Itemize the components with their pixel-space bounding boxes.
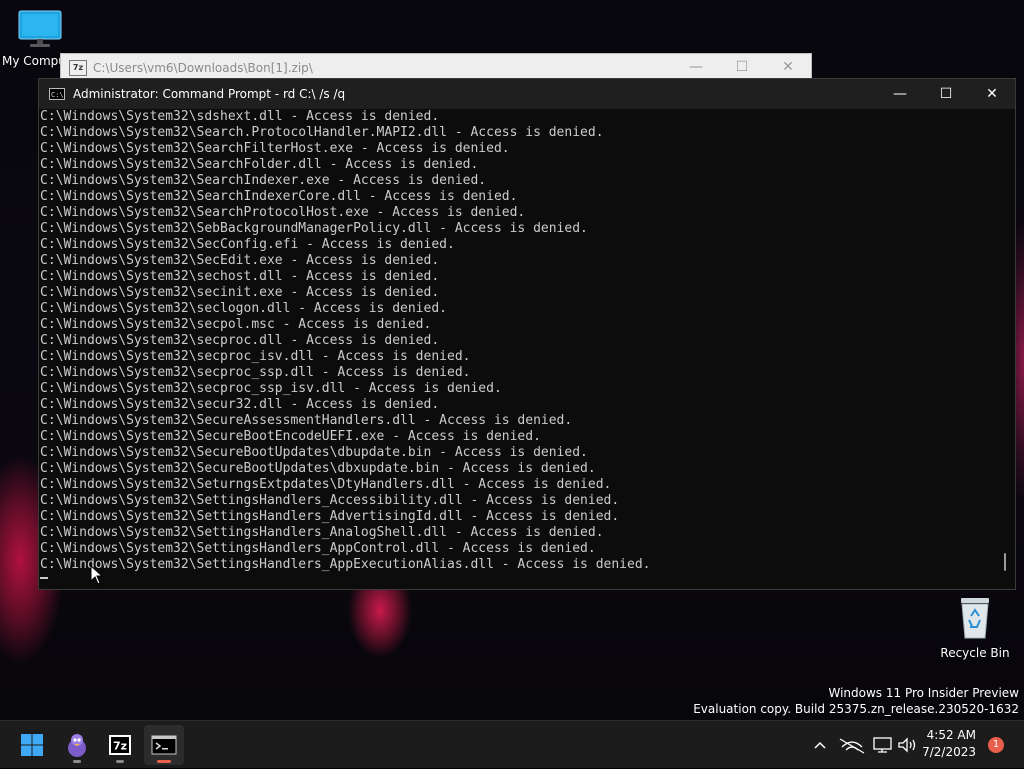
command-prompt-window[interactable]: C:\ Administrator: Command Prompt - rd C… (38, 78, 1016, 590)
cmd-window-controls: — ☐ ✕ (877, 79, 1015, 109)
console-line: C:\Windows\System32\SearchIndexer.exe - … (40, 173, 487, 188)
console-line: C:\Windows\System32\secpol.msc - Access … (40, 317, 432, 332)
console-lines: C:\Windows\System32\sdshext.dll - Access… (40, 109, 1000, 573)
display-icon[interactable] (870, 735, 896, 755)
console-line: C:\Windows\System32\SettingsHandlers_Adv… (40, 509, 620, 524)
7zip-window-controls: — ☐ ✕ (673, 54, 811, 81)
clock-time: 4:52 AM (926, 728, 976, 742)
minimize-button[interactable]: — (877, 79, 923, 109)
cmd-window-title: Administrator: Command Prompt - rd C:\ /… (73, 87, 346, 101)
console-line: C:\Windows\System32\secinit.exe - Access… (40, 285, 440, 300)
console-line: C:\Windows\System32\SebBackgroundManager… (40, 221, 588, 236)
console-output[interactable]: C:\Windows\System32\sdshext.dll - Access… (39, 109, 1000, 589)
recycle-bin-icon (961, 598, 989, 639)
desktop-icon-recycle-bin[interactable]: Recycle Bin (940, 596, 1010, 660)
taskbar-app-7zip[interactable]: 7z (100, 725, 140, 765)
windows-start-icon (21, 734, 43, 756)
console-line: C:\Windows\System32\SettingsHandlers_App… (40, 541, 596, 556)
maximize-button[interactable]: ☐ (923, 79, 969, 109)
notification-badge[interactable]: 1 (988, 737, 1004, 753)
console-line: C:\Windows\System32\SecureAssessmentHand… (40, 413, 573, 428)
console-line: C:\Windows\System32\secproc_isv.dll - Ac… (40, 349, 471, 364)
console-line: C:\Windows\System32\secproc_ssp.dll - Ac… (40, 365, 471, 380)
console-line: C:\Windows\System32\SettingsHandlers_Acc… (40, 493, 620, 508)
console-line: C:\Windows\System32\SeturngsExtpdates\Dt… (40, 477, 612, 492)
monitor-icon (18, 10, 62, 47)
taskbar-app-terminal[interactable] (144, 725, 184, 765)
console-scrollbar[interactable] (1001, 109, 1011, 589)
terminal-app-icon (151, 735, 177, 755)
taskbar-app-mascot[interactable] (57, 725, 97, 765)
mascot-app-icon (68, 734, 86, 757)
console-line: C:\Windows\System32\sechost.dll - Access… (40, 269, 440, 284)
console-line: C:\Windows\System32\Search.ProtocolHandl… (40, 125, 604, 140)
close-button[interactable]: ✕ (765, 54, 811, 81)
running-indicator (116, 760, 124, 763)
network-disconnected-icon[interactable] (834, 735, 870, 755)
chevron-up-icon[interactable] (806, 735, 834, 755)
cmd-app-icon: C:\ (49, 88, 65, 100)
7zip-window-title: C:\Users\vm6\Downloads\Bon[1].zip\ (93, 60, 313, 75)
watermark-line-build: Evaluation copy. Build 25375.zn_release.… (693, 702, 1019, 716)
console-line: C:\Windows\System32\SearchProtocolHost.e… (40, 205, 526, 220)
console-line: C:\Windows\System32\SearchFilterHost.exe… (40, 141, 510, 156)
console-line: C:\Windows\System32\SecureBootEncodeUEFI… (40, 429, 541, 444)
start-button[interactable] (12, 725, 52, 765)
watermark-line-edition: Windows 11 Pro Insider Preview (828, 686, 1019, 700)
console-line: C:\Windows\System32\SettingsHandlers_App… (40, 557, 651, 572)
console-line: C:\Windows\System32\secur32.dll - Access… (40, 397, 440, 412)
console-line: C:\Windows\System32\SettingsHandlers_Ana… (40, 525, 604, 540)
svg-text:7z: 7z (113, 740, 127, 753)
console-line: C:\Windows\System32\SecureBootUpdates\db… (40, 445, 588, 460)
cmd-title-bar[interactable]: C:\ Administrator: Command Prompt - rd C… (39, 79, 1015, 109)
desktop-icon-label: Recycle Bin (940, 646, 1010, 660)
windows-evaluation-watermark: Windows 11 Pro Insider Preview Evaluatio… (693, 685, 1019, 717)
console-line: C:\Windows\System32\SecEdit.exe - Access… (40, 253, 440, 268)
system-tray (806, 721, 920, 769)
7zip-app-icon: 7z (109, 735, 131, 755)
scrollbar-thumb[interactable] (1004, 553, 1006, 571)
console-line: C:\Windows\System32\SearchIndexerCore.dl… (40, 189, 518, 204)
running-indicator (73, 760, 81, 763)
text-cursor (40, 577, 48, 579)
console-line: C:\Windows\System32\secproc_ssp_isv.dll … (40, 381, 502, 396)
taskbar-clock[interactable]: 4:52 AM 7/2/2023 (922, 727, 976, 761)
maximize-button[interactable]: ☐ (719, 54, 765, 81)
clock-date: 7/2/2023 (922, 745, 976, 759)
7zip-app-icon: 7z (69, 59, 87, 76)
console-line: C:\Windows\System32\secproc.dll - Access… (40, 333, 440, 348)
console-line: C:\Windows\System32\SecureBootUpdates\db… (40, 461, 596, 476)
active-indicator (157, 760, 171, 763)
console-line: C:\Windows\System32\SearchFolder.dll - A… (40, 157, 479, 172)
minimize-button[interactable]: — (673, 54, 719, 81)
console-line: C:\Windows\System32\seclogon.dll - Acces… (40, 301, 447, 316)
taskbar: 7z 4:52 AM 7/2/2023 1 (0, 720, 1024, 768)
console-line: C:\Windows\System32\SecConfig.efi - Acce… (40, 237, 455, 252)
console-line: C:\Windows\System32\sdshext.dll - Access… (40, 109, 440, 124)
speaker-icon[interactable] (896, 735, 920, 755)
mouse-pointer-icon (90, 565, 104, 585)
close-button[interactable]: ✕ (969, 79, 1015, 109)
